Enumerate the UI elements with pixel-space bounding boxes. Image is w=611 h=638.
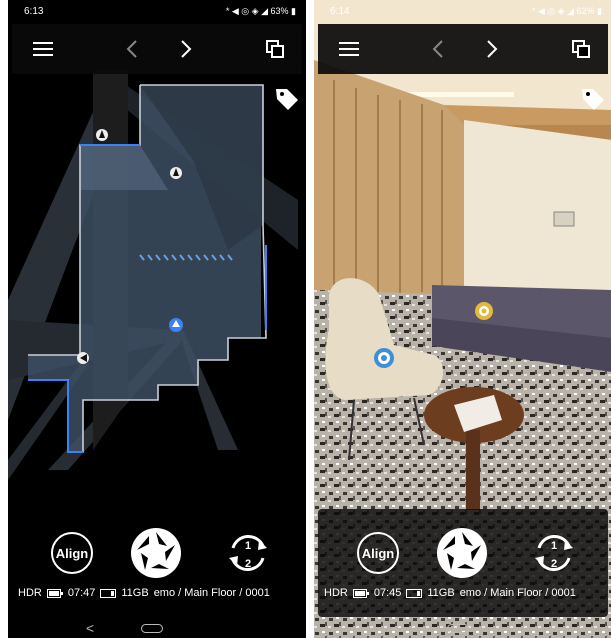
swap-bottom-number: 2: [551, 558, 557, 570]
hdr-label: HDR: [18, 587, 42, 599]
scan-point[interactable]: [77, 352, 89, 364]
copy-view-button[interactable]: [260, 24, 290, 74]
scan-point-marker[interactable]: [374, 348, 394, 368]
add-tag-button[interactable]: [274, 86, 300, 112]
battery-icon: [46, 588, 63, 598]
nav-back-icon[interactable]: <: [86, 620, 94, 636]
battery-icon: ▮: [597, 5, 602, 16]
battery-icon: [352, 588, 369, 598]
capture-controls: Align 1 2 HDR: [12, 509, 302, 617]
copy-windows-icon: [572, 40, 590, 58]
battery-percent: 62%: [576, 5, 595, 16]
hamburger-menu-icon: [33, 42, 53, 56]
info-bar: HDR 07:47 11GB emo / Main Floor / 0001: [18, 587, 302, 599]
nav-back-icon[interactable]: <: [392, 620, 400, 636]
previous-button[interactable]: [120, 24, 144, 74]
nav-home-icon[interactable]: [141, 623, 163, 633]
hamburger-menu-icon: [339, 42, 359, 56]
aperture-shutter-icon: [131, 528, 181, 578]
copy-view-button[interactable]: [566, 24, 596, 74]
scan-point-current[interactable]: [169, 318, 183, 332]
top-toolbar: [318, 24, 608, 74]
battery-time: 07:47: [67, 587, 96, 599]
battery-icon: ▮: [291, 5, 296, 16]
status-time: 6:13: [24, 5, 44, 17]
phone-screen-panorama: 6:14 * ◀ ◎ ◈ ◢ 62% ▮ Align 1 2 HDR 07:45…: [314, 0, 611, 638]
capture-button[interactable]: [432, 523, 492, 583]
storage-card-icon: [406, 588, 423, 598]
capture-path: emo / Main Floor / 0001: [153, 587, 270, 599]
battery-time: 07:45: [373, 587, 402, 599]
scan-point[interactable]: [96, 129, 108, 141]
storage-card-icon: [100, 588, 117, 598]
next-button[interactable]: [480, 24, 504, 74]
swap-bottom-number: 2: [245, 558, 251, 570]
rotate-1-2-icon: 1 2: [535, 535, 573, 571]
tag-icon: [582, 89, 604, 110]
rotate-1-2-icon: 1 2: [229, 535, 267, 571]
align-button[interactable]: Align: [42, 523, 102, 583]
status-bar: 6:13 * ◀ ◎ ◈ ◢ 63% ▮: [8, 0, 306, 22]
menu-button[interactable]: [28, 24, 58, 74]
scan-point[interactable]: [170, 167, 182, 179]
battery-percent: 63%: [270, 5, 289, 16]
capture-controls: Align 1 2 HDR: [318, 509, 608, 617]
status-icons: * ◀ ◎ ◈ ◢ 62% ▮: [531, 5, 602, 16]
tag-marker[interactable]: [475, 302, 493, 320]
status-time: 6:14: [330, 5, 350, 17]
align-label: Align: [51, 532, 93, 574]
hdr-label: HDR: [324, 587, 348, 599]
system-nav-bar: <: [8, 618, 306, 638]
switch-camera-button[interactable]: 1 2: [218, 523, 278, 583]
info-bar: HDR 07:45 11GB emo / Main Floor / 0001: [324, 587, 608, 599]
copy-windows-icon: [266, 40, 284, 58]
nav-home-icon[interactable]: [447, 623, 469, 633]
status-icons: * ◀ ◎ ◈ ◢ 63% ▮: [225, 5, 296, 16]
swap-top-number: 1: [551, 540, 557, 552]
storage-amount: 11GB: [121, 587, 149, 599]
chevron-left-icon: [432, 40, 443, 58]
aperture-shutter-icon: [437, 528, 487, 578]
next-button[interactable]: [174, 24, 198, 74]
tag-icon: [276, 89, 298, 110]
menu-button[interactable]: [334, 24, 364, 74]
chevron-right-icon: [487, 40, 498, 58]
switch-camera-button[interactable]: 1 2: [524, 523, 584, 583]
storage-amount: 11GB: [427, 587, 455, 599]
status-bar: 6:14 * ◀ ◎ ◈ ◢ 62% ▮: [314, 0, 611, 22]
previous-button[interactable]: [426, 24, 450, 74]
capture-button[interactable]: [126, 523, 186, 583]
system-nav-bar: <: [314, 618, 611, 638]
chevron-right-icon: [181, 40, 192, 58]
add-tag-button[interactable]: [580, 86, 606, 112]
chevron-left-icon: [126, 40, 137, 58]
top-toolbar: [12, 24, 302, 74]
swap-top-number: 1: [245, 540, 251, 552]
capture-path: emo / Main Floor / 0001: [459, 587, 576, 599]
phone-screen-floorplan: 6:13 * ◀ ◎ ◈ ◢ 63% ▮ Align 1 2 HDR 07:47…: [8, 0, 306, 638]
align-button[interactable]: Align: [348, 523, 408, 583]
align-label: Align: [357, 532, 399, 574]
